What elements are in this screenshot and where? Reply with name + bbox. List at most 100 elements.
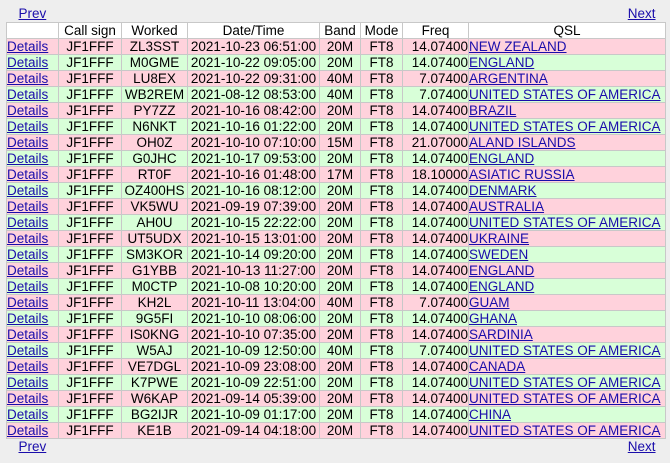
details-link[interactable]: Details: [8, 248, 49, 262]
details-cell: Details: [6, 262, 59, 279]
details-link[interactable]: Details: [8, 136, 49, 150]
details-link[interactable]: Details: [8, 120, 49, 134]
qsl-link[interactable]: ENGLAND: [470, 280, 535, 294]
qsl-link[interactable]: CHINA: [470, 408, 512, 422]
qsl-cell: ARGENTINA: [467, 70, 667, 87]
datetime-cell: 2021-10-22 09:05:00: [187, 54, 320, 71]
details-link[interactable]: Details: [8, 56, 49, 70]
qsl-cell: ENGLAND: [467, 262, 667, 279]
qsl-cell: ENGLAND: [467, 54, 667, 71]
qsl-cell: DENMARK: [467, 182, 667, 199]
bottom-nav-row: Prev Next: [6, 438, 666, 455]
details-link[interactable]: Details: [8, 312, 49, 326]
qsl-link[interactable]: ENGLAND: [470, 152, 535, 166]
header-qsl: QSL: [467, 22, 667, 39]
band-cell: 40M: [319, 86, 361, 103]
details-link[interactable]: Details: [8, 104, 49, 118]
table-row: Details JF1FFF W5AJ 2021-10-09 12:50:00 40M F…: [6, 342, 667, 359]
details-link[interactable]: Details: [8, 424, 49, 438]
qsl-link[interactable]: ALAND ISLANDS: [470, 136, 576, 150]
datetime-cell: 2021-09-14 04:18:00: [187, 422, 320, 439]
details-cell: Details: [6, 102, 59, 119]
details-link[interactable]: Details: [8, 344, 49, 358]
details-link[interactable]: Details: [8, 152, 49, 166]
datetime-cell: 2021-10-14 09:20:00: [187, 246, 320, 263]
qsl-link[interactable]: SWEDEN: [470, 248, 529, 262]
header-call-sign: Call sign: [58, 22, 122, 39]
worked-cell: AH0U: [121, 214, 188, 231]
header-worked: Worked: [121, 22, 188, 39]
qsl-link[interactable]: UNITED STATES OF AMERICA: [470, 344, 661, 358]
qsl-cell: ENGLAND: [467, 150, 667, 167]
call-sign-cell: JF1FFF: [58, 214, 122, 231]
band-cell: 40M: [319, 294, 361, 311]
worked-cell: N6NKT: [121, 118, 188, 135]
details-link[interactable]: Details: [8, 168, 49, 182]
qsl-link[interactable]: UNITED STATES OF AMERICA: [470, 216, 661, 230]
next-link-top[interactable]: Next: [628, 6, 666, 22]
qsl-cell: SWEDEN: [467, 246, 667, 263]
details-link[interactable]: Details: [8, 216, 49, 230]
qsl-link[interactable]: UNITED STATES OF AMERICA: [470, 376, 661, 390]
details-link[interactable]: Details: [8, 88, 49, 102]
qsl-link[interactable]: UNITED STATES OF AMERICA: [470, 392, 661, 406]
qsl-link[interactable]: BRAZIL: [470, 104, 517, 118]
details-link[interactable]: Details: [8, 360, 49, 374]
table-row: Details JF1FFF M0CTP 2021-10-08 10:20:00 20M…: [6, 278, 667, 295]
datetime-cell: 2021-10-22 09:31:00: [187, 70, 320, 87]
details-link[interactable]: Details: [8, 392, 49, 406]
qsl-link[interactable]: ASIATIC RUSSIA: [470, 168, 575, 182]
details-link[interactable]: Details: [8, 296, 49, 310]
datetime-cell: 2021-08-12 08:53:00: [187, 86, 320, 103]
qsl-link[interactable]: ARGENTINA: [470, 72, 548, 86]
mode-cell: FT8: [360, 358, 403, 375]
table-row: Details JF1FFF M0GME 2021-10-22 09:05:00 20M…: [6, 54, 667, 71]
qsl-cell: UNITED STATES OF AMERICA: [467, 342, 667, 359]
band-cell: 20M: [319, 198, 361, 215]
mode-cell: FT8: [360, 134, 403, 151]
details-cell: Details: [6, 310, 59, 327]
qsl-link[interactable]: UNITED STATES OF AMERICA: [470, 424, 661, 438]
table-row: Details JF1FFF G0JHC 2021-10-17 09:53:00 20M…: [6, 150, 667, 167]
qsl-link[interactable]: AUSTRALIA: [470, 200, 545, 214]
qsl-link[interactable]: DENMARK: [470, 184, 537, 198]
qsl-cell: ASIATIC RUSSIA: [467, 166, 667, 183]
qsl-link[interactable]: UKRAINE: [470, 232, 530, 246]
details-link[interactable]: Details: [8, 72, 49, 86]
call-sign-cell: JF1FFF: [58, 406, 122, 423]
qsl-link[interactable]: SARDINIA: [470, 328, 533, 342]
log-body: Details JF1FFF ZL3SST 2021-10-23 06:51:00 20…: [6, 38, 667, 439]
prev-link-bottom[interactable]: Prev: [7, 439, 47, 455]
mode-cell: FT8: [360, 422, 403, 439]
datetime-cell: 2021-10-09 22:51:00: [187, 374, 320, 391]
freq-cell: 14.07400: [402, 326, 469, 343]
band-cell: 20M: [319, 182, 361, 199]
freq-cell: 14.07400: [402, 406, 469, 423]
qsl-link[interactable]: ENGLAND: [470, 264, 535, 278]
table-row: Details JF1FFF SM3KOR 2021-10-14 09:20:00 20…: [6, 246, 667, 263]
qsl-link[interactable]: ENGLAND: [470, 56, 535, 70]
qsl-link[interactable]: GHANA: [470, 312, 518, 326]
table-header-row: Call sign Worked Date/Time Band Mode Fre…: [6, 22, 667, 39]
qsl-link[interactable]: NEW ZEALAND: [470, 40, 567, 54]
details-link[interactable]: Details: [8, 40, 49, 54]
worked-cell: RT0F: [121, 166, 188, 183]
details-link[interactable]: Details: [8, 408, 49, 422]
table-row: Details JF1FFF 9G5FI 2021-10-10 08:06:00 20M…: [6, 310, 667, 327]
details-link[interactable]: Details: [8, 376, 49, 390]
details-link[interactable]: Details: [8, 232, 49, 246]
qsl-link[interactable]: UNITED STATES OF AMERICA: [470, 88, 661, 102]
details-link[interactable]: Details: [8, 328, 49, 342]
details-link[interactable]: Details: [8, 184, 49, 198]
qsl-link[interactable]: UNITED STATES OF AMERICA: [470, 120, 661, 134]
details-link[interactable]: Details: [8, 280, 49, 294]
datetime-cell: 2021-10-16 01:22:00: [187, 118, 320, 135]
next-link-bottom[interactable]: Next: [628, 439, 666, 455]
qsl-cell: UNITED STATES OF AMERICA: [467, 118, 667, 135]
qsl-link[interactable]: CANADA: [470, 360, 526, 374]
details-link[interactable]: Details: [8, 264, 49, 278]
details-link[interactable]: Details: [8, 200, 49, 214]
qsl-link[interactable]: GUAM: [470, 296, 510, 310]
prev-link-top[interactable]: Prev: [7, 6, 47, 22]
freq-cell: 14.07400: [402, 310, 469, 327]
